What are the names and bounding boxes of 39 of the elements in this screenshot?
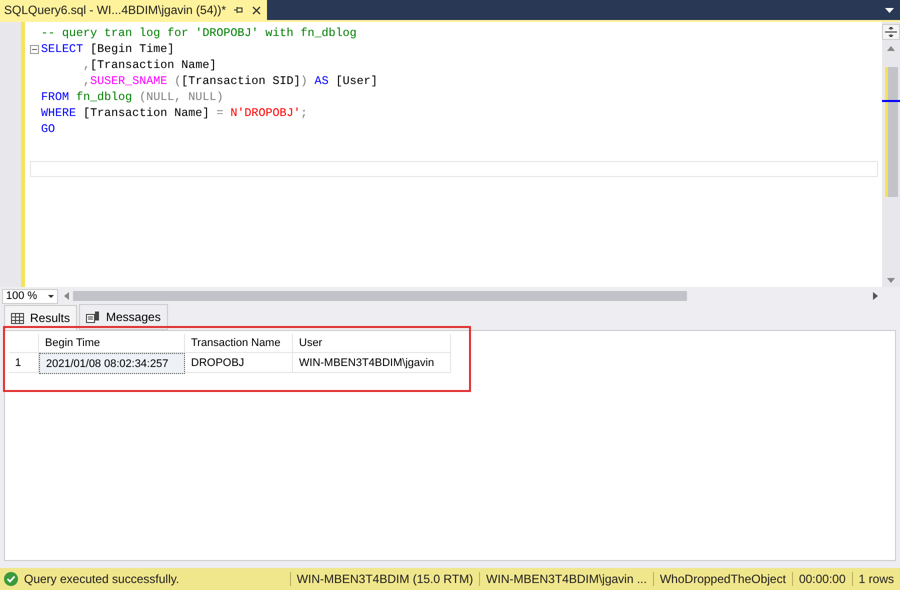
success-check-icon [4,572,18,586]
vertical-scrollbar[interactable] [882,22,900,287]
document-tab[interactable]: SQLQuery6.sql - WI...4BDIM\jgavin (54))* [0,0,268,20]
table-cell: WIN-MBEN3T4BDIM\jgavin [293,353,451,373]
dropdown-icon[interactable] [885,8,894,12]
grid-icon [11,312,24,324]
column-header[interactable]: Transaction Name [185,334,293,353]
code-line: WHERE [Transaction Name] = N'DROPOBJ'; [41,106,308,120]
collapse-icon[interactable] [30,44,39,54]
table-cell: DROPOBJ [185,353,293,373]
code-line: SELECT [Begin Time] [41,42,174,56]
document-title: SQLQuery6.sql - WI...4BDIM\jgavin (54))* [4,3,226,17]
status-item: WIN-MBEN3T4BDIM (15.0 RTM) [290,572,480,586]
scroll-up-icon[interactable] [887,46,895,51]
messages-icon [86,311,100,323]
caret-icon [48,294,54,298]
split-icon[interactable] [882,24,900,40]
scroll-right-icon[interactable] [873,292,878,300]
zoom-dropdown[interactable]: 100 % [2,288,58,304]
corner-cell [9,334,39,353]
code-line: -- query tran log for 'DROPOBJ' with fn_dblog [41,26,357,40]
column-header[interactable]: User [293,334,451,353]
column-header[interactable]: Begin Time [39,334,185,353]
code-line: GO [41,122,56,136]
status-message: Query executed successfully. [24,572,180,586]
status-item: WIN-MBEN3T4BDIM\jgavin ... [479,572,653,586]
result-tab[interactable]: Messages [79,304,168,330]
status-item: 00:00:00 [792,572,852,586]
status-item: WhoDroppedTheObject [652,572,792,586]
scroll-left-icon[interactable] [64,292,69,300]
scroll-down-icon[interactable] [887,278,895,283]
code-line: FROM fn_dblog (NULL, NULL) [41,90,224,104]
result-tab[interactable]: Results [4,305,78,330]
pin-icon[interactable] [234,6,244,14]
status-item: 1 rows [852,572,900,586]
code-line: ,[Transaction Name] [82,58,216,72]
code-line: ,SUSER_SNAME ([Transaction SID]) AS [User] [82,74,378,88]
close-icon[interactable] [252,6,262,14]
table-cell: 2021/01/08 08:02:34:257 [39,353,185,374]
